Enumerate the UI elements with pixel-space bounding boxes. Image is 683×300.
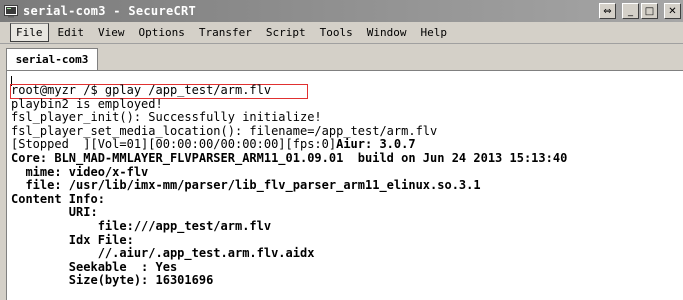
- restore-tab-button[interactable]: ⇔: [599, 3, 616, 19]
- menu-view[interactable]: View: [93, 24, 130, 41]
- securecrt-app-icon: [3, 3, 19, 19]
- terminal-output[interactable]: root@myzr /$ gplay /app_test/arm.flv play…: [6, 70, 683, 300]
- terminal-line: Size(byte): 16301696: [11, 274, 567, 288]
- terminal-line-text: Size(byte): 16301696: [11, 273, 214, 288]
- menu-bar: File Edit View Options Transfer Script T…: [0, 22, 683, 44]
- menu-tools[interactable]: Tools: [315, 24, 358, 41]
- terminal-line: fsl_player_init(): Successfully initiali…: [11, 110, 567, 125]
- session-tab-strip: serial-com3: [0, 45, 683, 70]
- terminal-line-text: [Stopped ][Vol=01][00:00:00/00:00:00][fp…: [11, 137, 337, 152]
- session-tab[interactable]: serial-com3: [6, 48, 98, 70]
- terminal-line-text: //.aiur/.app_test.arm.flv.aidx: [11, 246, 315, 261]
- terminal-line: root@myzr /$ gplay /app_test/arm.flv: [11, 83, 567, 98]
- terminal-line-text: Idx File:: [11, 232, 134, 247]
- terminal-line: playbin2 is employed!: [11, 96, 567, 112]
- terminal-line-text: root@myzr /$ gplay /app_test/arm.flv: [11, 83, 272, 97]
- terminal-line-text: fsl_player_init(): Successfully initiali…: [11, 110, 322, 125]
- minimize-button[interactable]: _: [622, 3, 639, 19]
- menu-options[interactable]: Options: [134, 24, 190, 41]
- terminal-line-text: mime: video/x-flv: [11, 164, 149, 179]
- window-title: serial-com3 - SecureCRT: [23, 4, 197, 18]
- terminal-line: Content Info:: [11, 191, 567, 207]
- menu-script[interactable]: Script: [261, 24, 311, 41]
- maximize-button[interactable]: □: [641, 3, 658, 19]
- terminal-line: mime: video/x-flv: [11, 164, 567, 180]
- terminal-line: file:///app_test/arm.flv: [11, 218, 567, 234]
- menu-window[interactable]: Window: [362, 24, 412, 41]
- menu-help[interactable]: Help: [415, 24, 452, 41]
- terminal-line: [Stopped ][Vol=01][00:00:00/00:00:00][fp…: [11, 138, 567, 152]
- terminal-line: Idx File:: [11, 232, 567, 248]
- terminal-line: //.aiur/.app_test.arm.flv.aidx: [11, 246, 567, 261]
- terminal-line-text: Core: BLN_MAD-MMLAYER_FLVPARSER_ARM11_01…: [11, 150, 568, 165]
- terminal-line-text: Seekable : Yes: [11, 259, 178, 274]
- menu-transfer[interactable]: Transfer: [194, 24, 257, 41]
- terminal-line-text: playbin2 is employed!: [11, 96, 163, 111]
- terminal-line: file: /usr/lib/imx-mm/parser/lib_flv_par…: [11, 178, 567, 193]
- terminal-line: Seekable : Yes: [11, 259, 567, 275]
- terminal-lines: root@myzr /$ gplay /app_test/arm.flv play…: [11, 83, 568, 300]
- menu-edit[interactable]: Edit: [53, 24, 90, 41]
- terminal-line-bold-suffix: Aiur: 3.0.7: [336, 137, 416, 152]
- close-button[interactable]: ✕: [664, 3, 681, 19]
- terminal-line-text: file: /usr/lib/imx-mm/parser/lib_flv_par…: [11, 178, 481, 193]
- title-bar[interactable]: serial-com3 - SecureCRT ⇔ _ □ ✕: [0, 0, 683, 22]
- terminal-line: Core: BLN_MAD-MMLAYER_FLVPARSER_ARM11_01…: [11, 150, 568, 166]
- terminal-line-text: Content Info:: [11, 191, 105, 206]
- terminal-line: URI:: [11, 206, 567, 220]
- terminal-line-text: fsl_player_set_media_location(): filenam…: [11, 123, 438, 138]
- menu-file[interactable]: File: [10, 23, 49, 42]
- securecrt-window: serial-com3 - SecureCRT ⇔ _ □ ✕ File Edi…: [0, 0, 683, 300]
- terminal-line-text: URI:: [11, 205, 98, 220]
- terminal-line-text: file:///app_test/arm.flv: [11, 218, 272, 233]
- terminal-line: fsl_player_set_media_location(): filenam…: [11, 123, 567, 139]
